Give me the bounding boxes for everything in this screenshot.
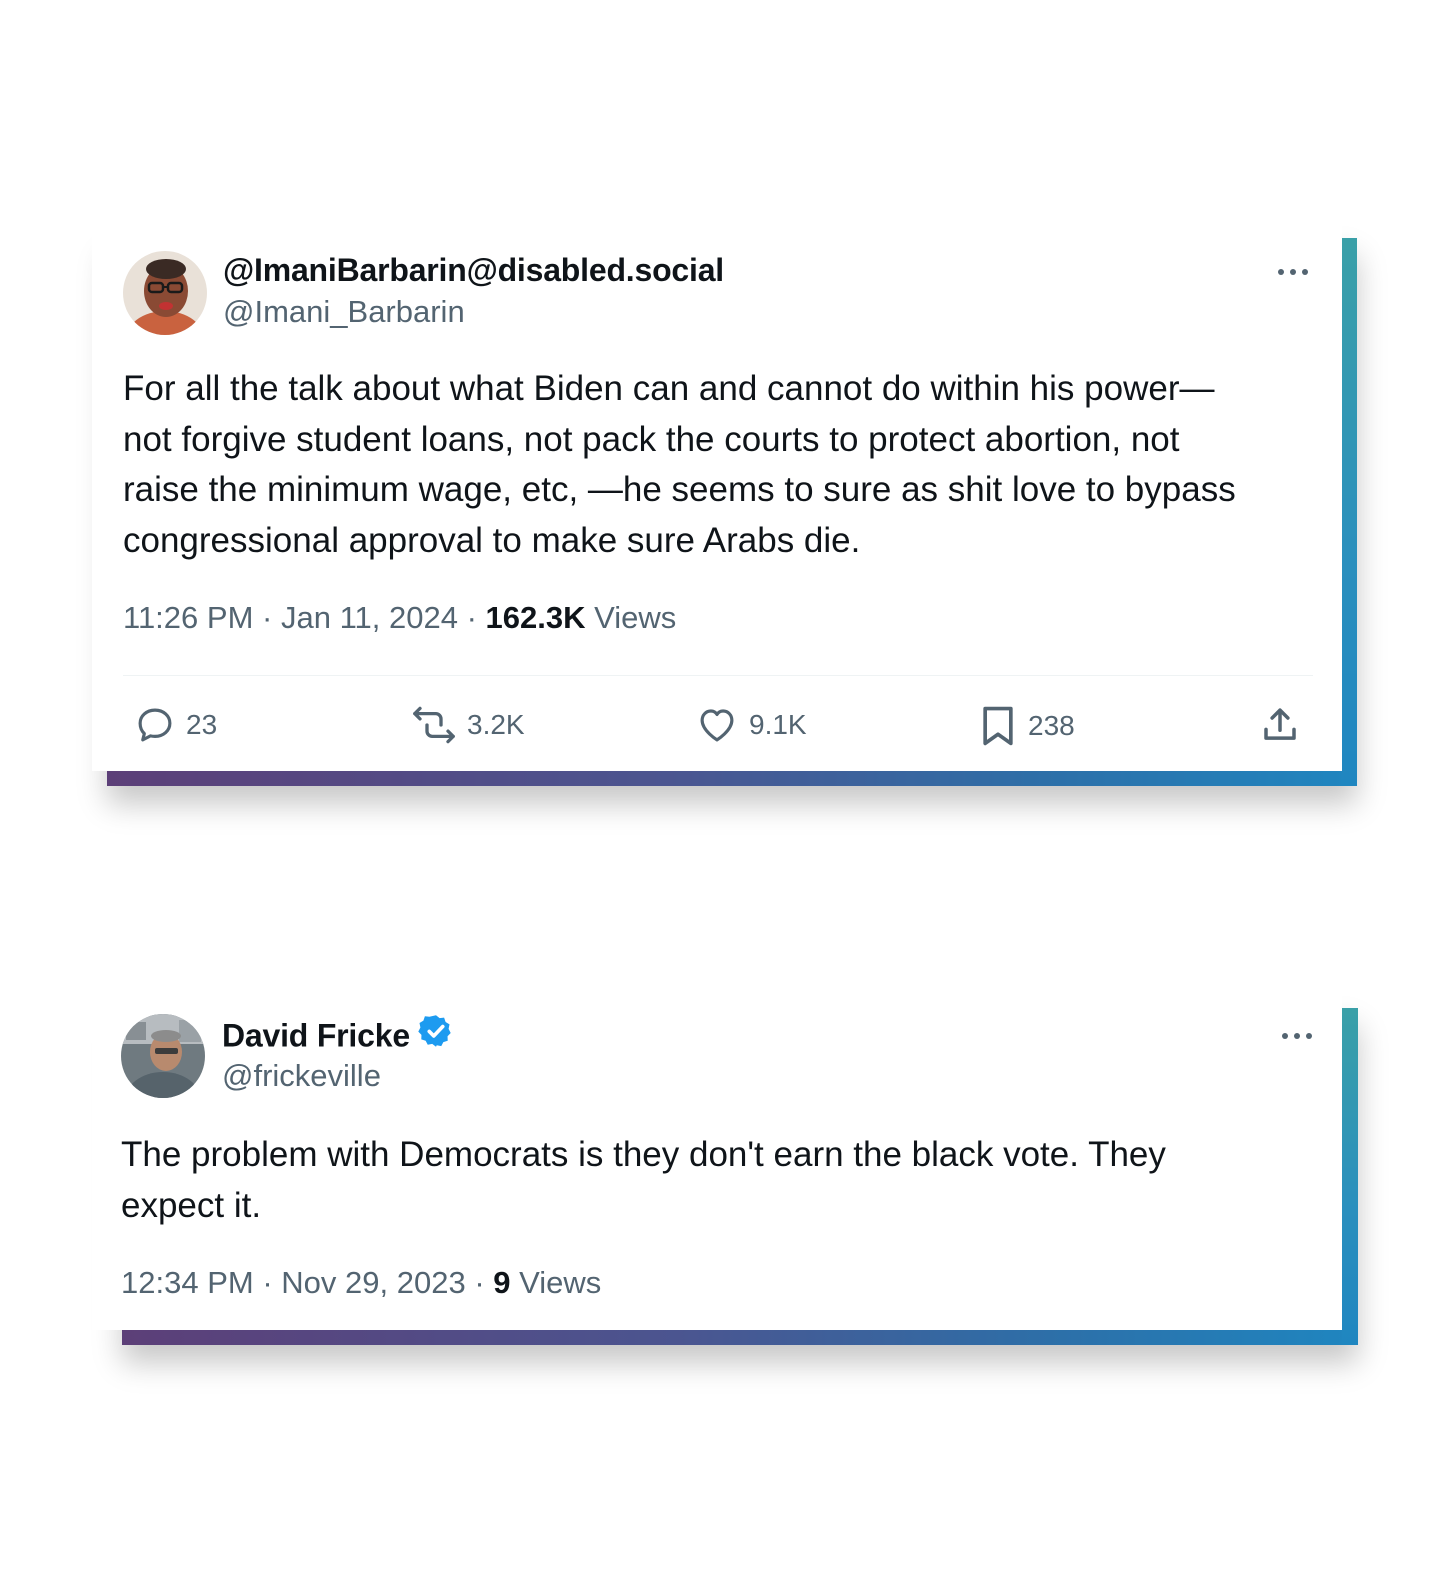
tweet-time[interactable]: 12:34 PM [121,1265,254,1300]
verified-badge-icon [418,1013,454,1057]
bookmark-button[interactable]: 238 [978,704,1075,748]
avatar[interactable] [123,251,207,335]
avatar[interactable] [121,1014,205,1098]
share-icon [1259,704,1301,746]
repost-icon [411,704,457,746]
divider [123,675,1313,676]
meta-separator: · [474,1265,485,1300]
user-handle[interactable]: @frickeville [222,1058,381,1094]
like-count: 9.1K [749,709,807,740]
tweet-meta: 11:26 PM · Jan 11, 2024 · 162.3K Views [123,600,676,636]
user-handle[interactable]: @Imani_Barbarin [223,294,465,330]
meta-separator: · [262,1265,273,1300]
display-name[interactable]: David Fricke [222,1013,454,1060]
tweet-date[interactable]: Jan 11, 2024 [281,600,458,635]
like-button[interactable]: 9.1K [695,704,807,746]
tweet-text: For all the talk about what Biden can an… [123,369,1236,560]
tweet-meta: 12:34 PM · Nov 29, 2023 · 9 Views [121,1265,601,1301]
display-name[interactable]: @ImaniBarbarin@disabled.social [223,252,724,289]
bookmark-count: 238 [1028,710,1075,741]
repost-button[interactable]: 3.2K [411,704,525,746]
views-count: 162.3K [485,600,586,635]
meta-separator: · [262,600,273,635]
views-label: Views [519,1265,602,1300]
tweet-time[interactable]: 11:26 PM [123,600,253,635]
bookmark-icon [978,704,1018,748]
more-icon[interactable] [1277,1026,1317,1046]
like-icon [695,704,739,746]
meta-separator: · [466,600,477,635]
reply-button[interactable]: 23 [134,704,217,746]
share-button[interactable] [1259,704,1301,746]
more-icon[interactable] [1273,262,1313,282]
views-count: 9 [493,1265,511,1300]
reply-count: 23 [186,709,218,740]
tweet-text: The problem with Democrats is they don't… [121,1135,1166,1225]
repost-count: 3.2K [467,709,525,740]
tweet-date[interactable]: Nov 29, 2023 [281,1265,465,1300]
display-name-text[interactable]: David Fricke [222,1017,410,1053]
views-label: Views [594,600,677,635]
reply-icon [134,704,176,746]
